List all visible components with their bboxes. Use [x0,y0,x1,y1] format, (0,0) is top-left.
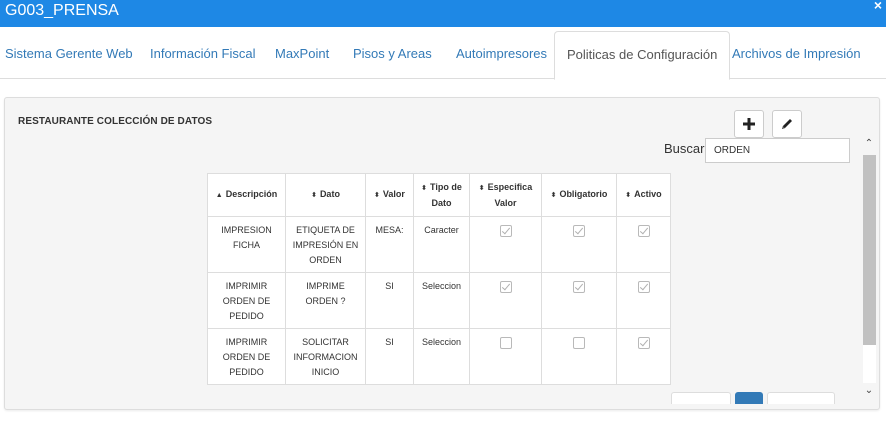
cell-especifica [469,272,542,329]
cell-activo [616,328,671,385]
pager-previous[interactable] [671,392,731,404]
col-header-label: Valor [382,189,405,199]
col-header-descripcion[interactable]: ▲ Descripción [207,173,286,217]
col-header-label: Dato [319,189,340,199]
cell-dato: IMPRIME ORDEN ? [285,272,366,329]
cell-especifica [469,328,542,385]
search-input[interactable] [705,138,850,163]
vertical-scrollbar[interactable]: ⌃ ⌄ [861,138,877,403]
cell-descripcion: IMPRIMIR ORDEN DE PEDIDO [207,272,286,329]
sort-icon: ⬍ [550,192,557,199]
col-header-valor[interactable]: ⬍ Valor [365,173,414,217]
scroll-down-icon[interactable]: ⌄ [861,385,877,397]
datos-table: ▲ Descripción ⬍ Dato ⬍ Valor ⬍ Tipo de Dato … [207,173,671,385]
sort-icon: ⬍ [374,192,380,199]
especifica-checkbox[interactable] [499,336,512,349]
sort-icon: ⬍ [625,192,632,199]
cell-obligatorio [541,216,617,273]
sort-icon: ⬍ [421,185,428,192]
cell-obligatorio [541,328,617,385]
add-button[interactable] [734,110,764,138]
col-header-especifica-valor[interactable]: ⬍ Especifica Valor [469,173,542,217]
cell-descripcion: IMPRESION FICHA [207,216,286,273]
tab-archivos-de-impresion[interactable]: Archivos de Impresión [732,46,861,62]
sort-icon: ⬍ [478,185,485,192]
panel-title: RESTAURANTE COLECCIÓN DE DATOS [18,116,213,127]
activo-checkbox[interactable] [637,336,650,349]
cell-especifica [469,216,542,273]
cell-tipo: Caracter [413,216,470,273]
edit-button[interactable] [772,110,802,138]
cell-descripcion: IMPRIMIR ORDEN DE PEDIDO [207,328,286,385]
datos-panel: RESTAURANTE COLECCIÓN DE DATOS Buscar: ▲… [4,97,880,410]
plus-icon [743,118,755,130]
col-header-label: Descripción [225,189,278,199]
table-header-row: ▲ Descripción ⬍ Dato ⬍ Valor ⬍ Tipo de Dato … [207,173,671,217]
obligatorio-checkbox[interactable] [573,336,585,349]
cell-dato: SOLICITAR INFORMACION INICIO [285,328,366,385]
table-row[interactable]: IMPRIMIR ORDEN DE PEDIDO IMPRIME ORDEN ?… [207,272,671,329]
cell-valor: SI [365,272,414,329]
obligatorio-checkbox[interactable] [573,224,585,237]
pager-page-1[interactable] [735,392,763,404]
tab-pisos-y-areas[interactable]: Pisos y Areas [353,46,432,62]
cell-activo [616,272,671,329]
tab-bar: Sistema Gerente Web Información Fiscal M… [0,27,886,80]
col-header-obligatorio[interactable]: ⬍ Obligatorio [541,173,617,217]
cell-tipo: Seleccion [413,272,470,329]
tab-autoimpresores[interactable]: Autoimpresores [456,46,547,62]
col-header-label: Activo [634,189,662,199]
col-header-label: Especifica Valor [487,182,533,208]
close-icon[interactable]: × [874,0,882,12]
cell-valor: SI [365,328,414,385]
table-row[interactable]: IMPRIMIR ORDEN DE PEDIDO SOLICITAR INFOR… [207,328,671,385]
col-header-label: Tipo de Dato [430,182,462,208]
table-row[interactable]: IMPRESION FICHA ETIQUETA DE IMPRESIÓN EN… [207,216,671,273]
search-label: Buscar: [664,141,709,156]
especifica-checkbox[interactable] [499,224,512,237]
tab-maxpoint[interactable]: MaxPoint [275,46,329,62]
scroll-thumb[interactable] [863,155,876,345]
cell-dato: ETIQUETA DE IMPRESIÓN EN ORDEN [285,216,366,273]
cell-valor: MESA: [365,216,414,273]
pencil-icon [782,119,792,129]
cell-obligatorio [541,272,617,329]
scroll-up-icon[interactable]: ⌃ [861,138,877,150]
col-header-activo[interactable]: ⬍ Activo [616,173,671,217]
pager-next[interactable] [767,392,835,404]
cell-tipo: Seleccion [413,328,470,385]
window-titlebar: G003_PRENSA × [0,0,886,27]
cell-activo [616,216,671,273]
especifica-checkbox[interactable] [499,280,512,293]
activo-checkbox[interactable] [637,280,650,293]
tab-politicas-de-configuracion[interactable]: Politicas de Configuración [554,31,731,80]
col-header-tipo-de-dato[interactable]: ⬍ Tipo de Dato [413,173,470,217]
window-title: G003_PRENSA [5,2,119,19]
sort-icon: ⬍ [311,192,317,199]
tab-informacion-fiscal[interactable]: Información Fiscal [150,46,255,62]
tab-sistema-gerente-web[interactable]: Sistema Gerente Web [5,46,133,62]
col-header-label: Obligatorio [559,189,608,199]
col-header-dato[interactable]: ⬍ Dato [285,173,366,217]
obligatorio-checkbox[interactable] [573,280,585,293]
sort-asc-icon: ▲ [215,192,223,199]
activo-checkbox[interactable] [637,224,650,237]
